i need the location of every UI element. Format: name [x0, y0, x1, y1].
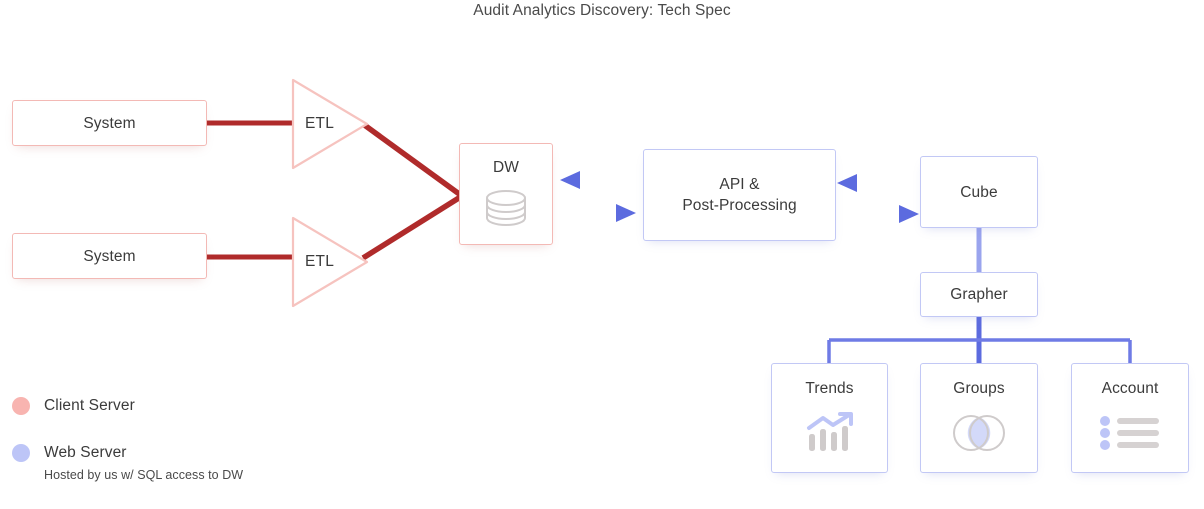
- node-etl-bottom-label: ETL: [305, 253, 335, 270]
- node-dw[interactable]: DW: [459, 143, 553, 245]
- arrow-api-to-dw-head: [560, 171, 580, 189]
- node-groups-label: Groups: [953, 380, 1005, 397]
- node-system-top[interactable]: System: [12, 100, 207, 146]
- node-api-post-processing[interactable]: API & Post-Processing: [643, 149, 836, 241]
- node-cube[interactable]: Cube: [920, 156, 1038, 228]
- diagram-canvas: Audit Analytics Discovery: Tech Spec Sys…: [0, 0, 1204, 509]
- node-trends[interactable]: Trends: [771, 363, 888, 473]
- trend-chart-icon: [802, 411, 858, 455]
- legend-item-client-server: Client Server: [12, 397, 243, 415]
- node-system-bottom[interactable]: System: [12, 233, 207, 279]
- list-bullets-icon: [1099, 411, 1161, 455]
- node-account-label: Account: [1101, 380, 1159, 397]
- node-system-bottom-label: System: [83, 247, 136, 265]
- node-trends-label: Trends: [805, 380, 854, 397]
- node-etl-top[interactable]: ETL: [291, 78, 381, 170]
- node-etl-bottom[interactable]: ETL: [291, 216, 381, 308]
- legend-item-web-server: Web Server: [12, 444, 243, 462]
- legend-sublabel-web-server: Hosted by us w/ SQL access to DW: [44, 468, 244, 482]
- node-account[interactable]: Account: [1071, 363, 1189, 473]
- legend-label-client-server: Client Server: [44, 397, 135, 414]
- node-grapher[interactable]: Grapher: [920, 272, 1038, 317]
- node-cube-label: Cube: [960, 183, 998, 201]
- node-dw-label: DW: [492, 159, 520, 176]
- node-system-top-label: System: [83, 114, 136, 132]
- node-grapher-label: Grapher: [950, 286, 1008, 303]
- legend: Client Server Web Server Hosted by us w/…: [12, 397, 243, 482]
- legend-dot-client-server: [12, 397, 30, 415]
- node-groups[interactable]: Groups: [920, 363, 1038, 473]
- node-api-label: API & Post-Processing: [682, 176, 797, 214]
- arrow-dw-to-api-head: [616, 204, 636, 222]
- venn-circles-icon: [948, 411, 1010, 455]
- legend-label-web-server: Web Server: [44, 444, 127, 461]
- arrow-api-to-cube-head: [899, 205, 919, 223]
- legend-dot-web-server: [12, 444, 30, 462]
- arrow-cube-to-api-head: [837, 174, 857, 192]
- database-icon: [479, 188, 533, 232]
- node-etl-top-label: ETL: [305, 115, 335, 132]
